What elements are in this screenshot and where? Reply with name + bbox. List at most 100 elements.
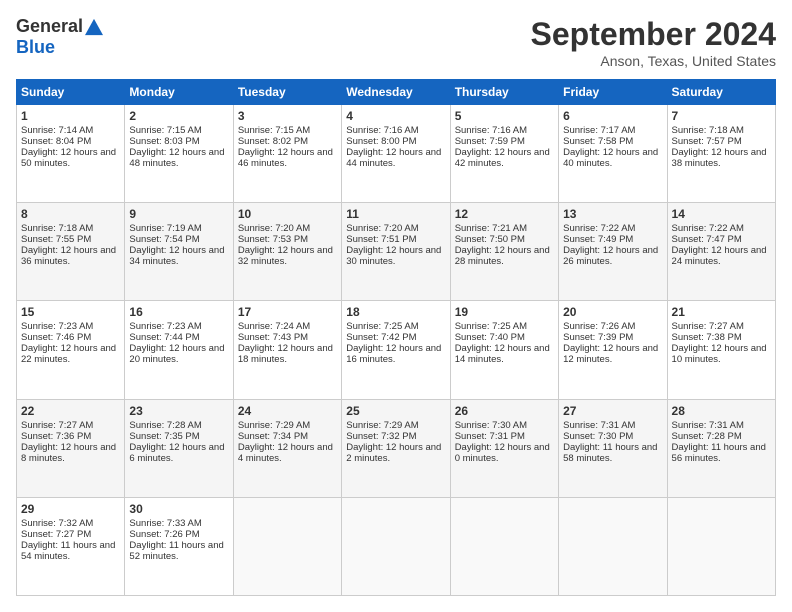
- table-row: 1Sunrise: 7:14 AMSunset: 8:04 PMDaylight…: [17, 105, 125, 203]
- table-row: 20 Sunrise: 7:26 AMSunset: 7:39 PMDayligh…: [559, 301, 667, 399]
- daylight-text: Daylight: 12 hours and 22 minutes.: [21, 343, 120, 365]
- daylight-text: Daylight: 12 hours and 36 minutes.: [21, 245, 120, 267]
- day-number: 12: [455, 207, 554, 221]
- table-row: 5Sunrise: 7:16 AMSunset: 7:59 PMDaylight…: [450, 105, 558, 203]
- sunrise-text: Sunrise: 7:22 AM: [672, 223, 771, 234]
- col-tuesday: Tuesday: [233, 80, 341, 105]
- day-number: 29: [21, 502, 120, 516]
- col-friday: Friday: [559, 80, 667, 105]
- sunrise-text: Sunrise: 7:33 AM: [129, 518, 228, 529]
- sunset-text: Sunset: 7:53 PM: [238, 234, 337, 245]
- sunrise-text: Sunrise: 7:15 AM: [238, 125, 337, 136]
- sunset-text: Sunset: 7:36 PM: [21, 431, 120, 442]
- sunrise-text: Sunrise: 7:20 AM: [346, 223, 445, 234]
- daylight-text: Daylight: 12 hours and 18 minutes.: [238, 343, 337, 365]
- table-row: 23Sunrise: 7:28 AMSunset: 7:35 PMDayligh…: [125, 399, 233, 497]
- sunrise-text: Sunrise: 7:24 AM: [238, 321, 337, 332]
- day-number: 8: [21, 207, 120, 221]
- sunset-text: Sunset: 7:28 PM: [672, 431, 771, 442]
- sunset-text: Sunset: 8:00 PM: [346, 136, 445, 147]
- table-row: 26Sunrise: 7:30 AMSunset: 7:31 PMDayligh…: [450, 399, 558, 497]
- daylight-text: Daylight: 12 hours and 14 minutes.: [455, 343, 554, 365]
- sunset-text: Sunset: 7:43 PM: [238, 332, 337, 343]
- daylight-text: Daylight: 12 hours and 20 minutes.: [129, 343, 228, 365]
- calendar-week-row: 15Sunrise: 7:23 AMSunset: 7:46 PMDayligh…: [17, 301, 776, 399]
- table-row: 7Sunrise: 7:18 AMSunset: 7:57 PMDaylight…: [667, 105, 775, 203]
- day-number: 2: [129, 109, 228, 123]
- sunset-text: Sunset: 7:44 PM: [129, 332, 228, 343]
- sunset-text: Sunset: 7:49 PM: [563, 234, 662, 245]
- daylight-text: Daylight: 11 hours and 52 minutes.: [129, 540, 228, 562]
- col-thursday: Thursday: [450, 80, 558, 105]
- table-row: [559, 497, 667, 595]
- table-row: 27Sunrise: 7:31 AMSunset: 7:30 PMDayligh…: [559, 399, 667, 497]
- table-row: 11Sunrise: 7:20 AMSunset: 7:51 PMDayligh…: [342, 203, 450, 301]
- table-row: 12Sunrise: 7:21 AMSunset: 7:50 PMDayligh…: [450, 203, 558, 301]
- location: Anson, Texas, United States: [531, 53, 776, 69]
- sunrise-text: Sunrise: 7:30 AM: [455, 420, 554, 431]
- sunrise-text: Sunrise: 7:14 AM: [21, 125, 120, 136]
- sunrise-text: Sunrise: 7:29 AM: [346, 420, 445, 431]
- sunrise-text: Sunrise: 7:18 AM: [21, 223, 120, 234]
- table-row: 25Sunrise: 7:29 AMSunset: 7:32 PMDayligh…: [342, 399, 450, 497]
- daylight-text: Daylight: 12 hours and 10 minutes.: [672, 343, 771, 365]
- daylight-text: Daylight: 12 hours and 32 minutes.: [238, 245, 337, 267]
- sunset-text: Sunset: 7:39 PM: [563, 332, 662, 343]
- sunset-text: Sunset: 7:30 PM: [563, 431, 662, 442]
- sunrise-text: Sunrise: 7:26 AM: [563, 321, 662, 332]
- logo-icon: [85, 18, 103, 36]
- table-row: 15Sunrise: 7:23 AMSunset: 7:46 PMDayligh…: [17, 301, 125, 399]
- sunrise-text: Sunrise: 7:25 AM: [455, 321, 554, 332]
- day-number: 11: [346, 207, 445, 221]
- table-row: 30Sunrise: 7:33 AMSunset: 7:26 PMDayligh…: [125, 497, 233, 595]
- table-row: 9Sunrise: 7:19 AMSunset: 7:54 PMDaylight…: [125, 203, 233, 301]
- sunrise-text: Sunrise: 7:19 AM: [129, 223, 228, 234]
- daylight-text: Daylight: 12 hours and 12 minutes.: [563, 343, 662, 365]
- daylight-text: Daylight: 12 hours and 4 minutes.: [238, 442, 337, 464]
- sunrise-text: Sunrise: 7:15 AM: [129, 125, 228, 136]
- table-row: 14Sunrise: 7:22 AMSunset: 7:47 PMDayligh…: [667, 203, 775, 301]
- logo: General Blue: [16, 16, 103, 58]
- day-number: 19: [455, 305, 554, 319]
- day-number: 10: [238, 207, 337, 221]
- header: General Blue September 2024 Anson, Texas…: [16, 16, 776, 69]
- day-number: 9: [129, 207, 228, 221]
- table-row: 2Sunrise: 7:15 AMSunset: 8:03 PMDaylight…: [125, 105, 233, 203]
- day-number: 18: [346, 305, 445, 319]
- sunset-text: Sunset: 7:51 PM: [346, 234, 445, 245]
- sunset-text: Sunset: 7:42 PM: [346, 332, 445, 343]
- table-row: [233, 497, 341, 595]
- day-number: 13: [563, 207, 662, 221]
- table-row: [667, 497, 775, 595]
- sunrise-text: Sunrise: 7:16 AM: [346, 125, 445, 136]
- table-row: 8 Sunrise: 7:18 AMSunset: 7:55 PMDaylight…: [17, 203, 125, 301]
- sunrise-text: Sunrise: 7:28 AM: [129, 420, 228, 431]
- sunrise-text: Sunrise: 7:27 AM: [21, 420, 120, 431]
- sunset-text: Sunset: 7:57 PM: [672, 136, 771, 147]
- table-row: 3Sunrise: 7:15 AMSunset: 8:02 PMDaylight…: [233, 105, 341, 203]
- daylight-text: Daylight: 11 hours and 58 minutes.: [563, 442, 662, 464]
- table-row: 28Sunrise: 7:31 AMSunset: 7:28 PMDayligh…: [667, 399, 775, 497]
- day-number: 3: [238, 109, 337, 123]
- daylight-text: Daylight: 12 hours and 42 minutes.: [455, 147, 554, 169]
- col-sunday: Sunday: [17, 80, 125, 105]
- day-number: 23: [129, 404, 228, 418]
- title-block: September 2024 Anson, Texas, United Stat…: [531, 16, 776, 69]
- day-number: 5: [455, 109, 554, 123]
- day-number: 7: [672, 109, 771, 123]
- day-number: 20: [563, 305, 662, 319]
- daylight-text: Daylight: 12 hours and 6 minutes.: [129, 442, 228, 464]
- sunrise-text: Sunrise: 7:23 AM: [129, 321, 228, 332]
- table-row: 4Sunrise: 7:16 AMSunset: 8:00 PMDaylight…: [342, 105, 450, 203]
- table-row: [450, 497, 558, 595]
- table-row: 10Sunrise: 7:20 AMSunset: 7:53 PMDayligh…: [233, 203, 341, 301]
- day-number: 15: [21, 305, 120, 319]
- sunset-text: Sunset: 7:55 PM: [21, 234, 120, 245]
- day-number: 21: [672, 305, 771, 319]
- calendar-week-row: 1Sunrise: 7:14 AMSunset: 8:04 PMDaylight…: [17, 105, 776, 203]
- daylight-text: Daylight: 12 hours and 26 minutes.: [563, 245, 662, 267]
- sunset-text: Sunset: 7:32 PM: [346, 431, 445, 442]
- sunrise-text: Sunrise: 7:31 AM: [672, 420, 771, 431]
- page: General Blue September 2024 Anson, Texas…: [0, 0, 792, 612]
- logo-general: General: [16, 16, 83, 37]
